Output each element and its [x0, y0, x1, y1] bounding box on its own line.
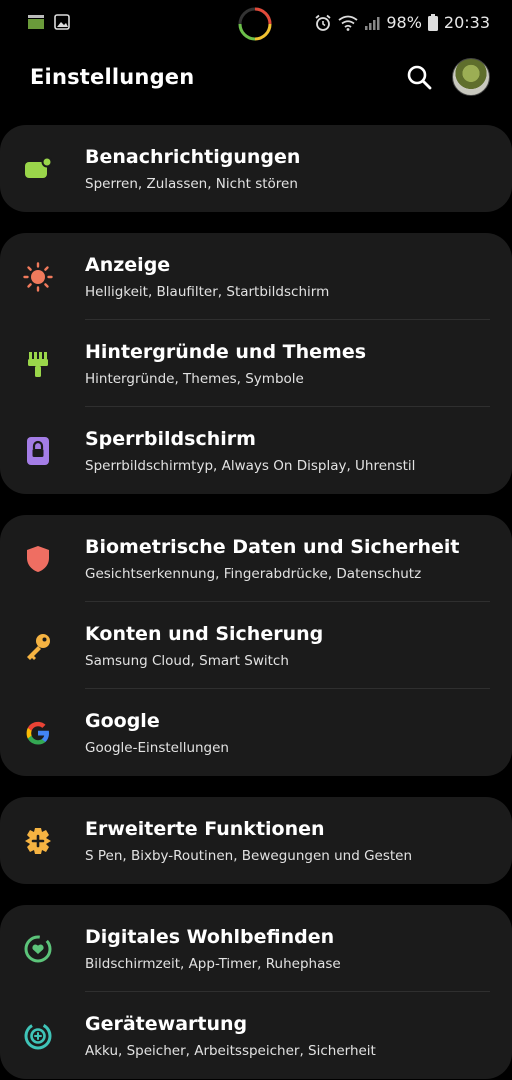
google-icon [26, 721, 49, 745]
key-icon [27, 634, 50, 660]
settings-item-konten-sicherung[interactable]: Konten und Sicherung Samsung Cloud, Smar… [0, 602, 512, 689]
page-title: Einstellungen [30, 65, 195, 89]
settings-item-benachrichtigungen[interactable]: Benachrichtigungen Sperren, Zulassen, Ni… [0, 125, 512, 212]
item-label: Anzeige [85, 254, 171, 276]
gear-plus-icon [25, 828, 51, 854]
settings-item-hintergruende-themes[interactable]: Hintergründe und Themes Hintergründe, Th… [0, 320, 512, 407]
item-subtitle: Google-Einstellungen [85, 740, 229, 756]
settings-item-anzeige[interactable]: Anzeige Helligkeit, Blaufilter, Startbil… [0, 233, 512, 320]
data-saver-icon [28, 15, 44, 29]
item-label: Sperrbildschirm [85, 428, 256, 450]
battery-percentage: 98% [386, 13, 422, 32]
settings-item-digitales-wohlbefinden[interactable]: Digitales Wohlbefinden Bildschirmzeit, A… [0, 905, 512, 992]
item-label: Digitales Wohlbefinden [85, 926, 335, 948]
settings-item-biometrie-sicherheit[interactable]: Biometrische Daten und Sicherheit Gesich… [0, 515, 512, 602]
item-label: Hintergründe und Themes [85, 341, 367, 363]
item-subtitle: Akku, Speicher, Arbeitsspeicher, Sicherh… [85, 1043, 376, 1059]
device-care-icon [24, 1022, 52, 1050]
item-label: Gerätewartung [85, 1013, 248, 1035]
signal-icon [365, 16, 380, 30]
item-label: Erweiterte Funktionen [85, 818, 325, 840]
profile-avatar[interactable] [452, 58, 490, 96]
settings-group: Digitales Wohlbefinden Bildschirmzeit, A… [0, 905, 512, 1079]
lock-icon [27, 437, 49, 465]
item-label: Google [85, 710, 160, 732]
item-subtitle: Samsung Cloud, Smart Switch [85, 653, 289, 669]
item-subtitle: S Pen, Bixby-Routinen, Bewegungen und Ge… [85, 848, 413, 864]
item-label: Benachrichtigungen [85, 146, 301, 168]
settings-item-google[interactable]: Google Google-Einstellungen [0, 689, 512, 776]
status-bar: 98% 20:33 [0, 0, 512, 48]
activity-ring-icon [238, 7, 272, 41]
gallery-icon [54, 14, 70, 30]
item-subtitle: Sperrbildschirmtyp, Always On Display, U… [85, 458, 416, 474]
settings-item-sperrbildschirm[interactable]: Sperrbildschirm Sperrbildschirmtyp, Alwa… [0, 407, 512, 494]
settings-item-geraetewartung[interactable]: Gerätewartung Akku, Speicher, Arbeitsspe… [0, 992, 512, 1079]
wifi-icon [338, 15, 358, 31]
item-label: Biometrische Daten und Sicherheit [85, 536, 460, 558]
settings-group: Anzeige Helligkeit, Blaufilter, Startbil… [0, 233, 512, 494]
settings-group: Biometrische Daten und Sicherheit Gesich… [0, 515, 512, 776]
notification-icon [25, 156, 53, 178]
settings-group: Benachrichtigungen Sperren, Zulassen, Ni… [0, 125, 512, 212]
item-subtitle: Gesichtserkennung, Fingerabdrücke, Daten… [85, 566, 422, 582]
alarm-icon [315, 14, 331, 31]
shield-icon [27, 546, 49, 572]
sun-icon [23, 262, 53, 292]
item-label: Konten und Sicherung [85, 623, 324, 645]
settings-item-erweiterte-funktionen[interactable]: Erweiterte Funktionen S Pen, Bixby-Routi… [0, 797, 512, 884]
app-header: Einstellungen [0, 52, 512, 104]
item-subtitle: Hintergründe, Themes, Symbole [85, 371, 304, 387]
clock: 20:33 [443, 13, 490, 32]
item-subtitle: Helligkeit, Blaufilter, Startbildschirm [85, 284, 330, 300]
battery-icon [427, 14, 438, 31]
settings-group: Erweiterte Funktionen S Pen, Bixby-Routi… [0, 797, 512, 884]
wellbeing-icon [24, 935, 52, 963]
search-icon[interactable] [404, 62, 434, 92]
item-subtitle: Sperren, Zulassen, Nicht stören [85, 176, 298, 192]
brush-icon [28, 352, 48, 377]
item-subtitle: Bildschirmzeit, App-Timer, Ruhephase [85, 956, 341, 972]
